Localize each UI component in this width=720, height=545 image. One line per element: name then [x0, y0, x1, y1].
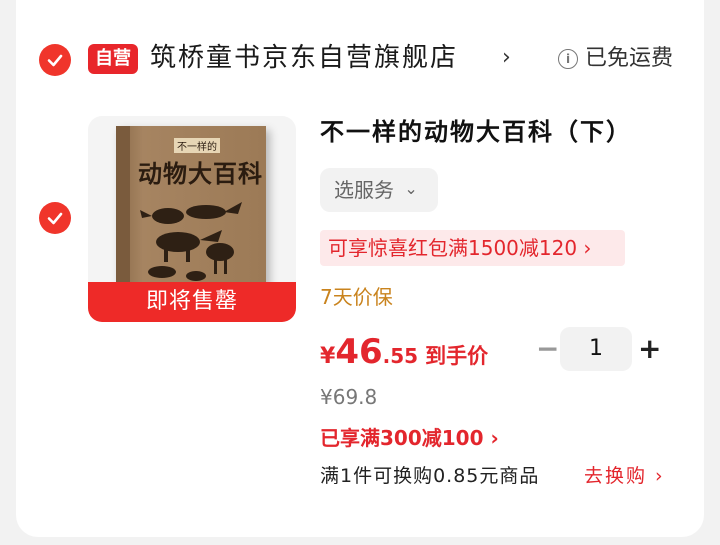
shop-name-link[interactable]: 筑桥童书京东自营旗舰店 [150, 40, 458, 76]
book-cover-image: 不一样的 动物大百科 [116, 126, 266, 296]
swap-purchase-info: 满1件可换购0.85元商品 [320, 465, 540, 487]
quantity-input[interactable]: 1 [560, 327, 632, 371]
product-thumbnail[interactable]: 不一样的 动物大百科 即将售罄 [88, 116, 296, 322]
chevron-down-icon: ⌄ [404, 179, 418, 198]
price-decimal: .55 [382, 344, 419, 368]
item-select-checkbox[interactable] [39, 202, 71, 234]
book-cover-title: 动物大百科 [138, 159, 263, 188]
book-cover-small-text: 不一样的 [174, 138, 220, 153]
self-operated-badge: 自营 [88, 44, 138, 74]
select-service-dropdown[interactable]: 选服务 ⌄ [320, 168, 438, 212]
product-title[interactable]: 不一样的动物大百科（下） [320, 116, 632, 148]
price-currency: ¥ [320, 344, 336, 369]
red-packet-coupon[interactable]: 可享惊喜红包满1500减120 › [320, 230, 625, 266]
quantity-increase-button[interactable]: + [638, 334, 661, 364]
chevron-right-icon[interactable]: › [502, 44, 511, 72]
info-icon[interactable]: i [558, 49, 578, 69]
dinosaur-illustration [140, 202, 242, 281]
check-icon [47, 212, 63, 225]
shop-select-checkbox[interactable] [39, 44, 71, 76]
check-icon [47, 54, 63, 67]
original-price: ¥69.8 [320, 385, 378, 409]
quantity-decrease-button[interactable]: − [536, 335, 559, 363]
price-protection-label[interactable]: 7天价保 [320, 284, 393, 310]
select-service-label: 选服务 [334, 178, 394, 202]
final-price: ¥46.55 到手价 [320, 334, 488, 376]
book-spine [116, 126, 130, 296]
stock-status-banner: 即将售罄 [88, 282, 296, 322]
promotion-applied-link[interactable]: 已享满300减100 › [320, 424, 499, 452]
shipping-status: 已免运费 [585, 46, 674, 71]
price-integer: 46 [335, 332, 383, 372]
swap-purchase-button[interactable]: 去换购 › [584, 462, 665, 490]
final-price-tag: 到手价 [425, 344, 489, 368]
